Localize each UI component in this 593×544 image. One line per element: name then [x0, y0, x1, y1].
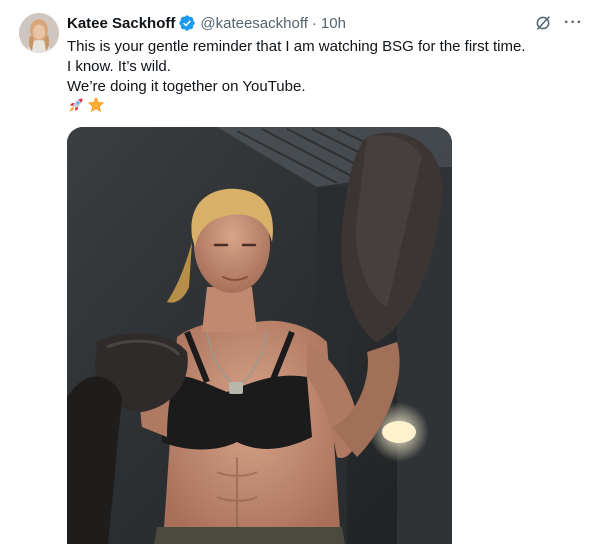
author-name[interactable]: Katee Sackhoff: [67, 15, 175, 32]
separator-dot: ·: [311, 14, 317, 32]
avatar[interactable]: [19, 13, 59, 53]
tweet-actions: ···: [534, 14, 583, 32]
tweet-text: This is your gentle reminder that I am w…: [67, 37, 577, 97]
timestamp[interactable]: 10h: [321, 15, 346, 32]
grok-icon[interactable]: [534, 14, 552, 32]
avatar-image: [19, 13, 59, 53]
tweet-line: This is your gentle reminder that I am w…: [67, 38, 526, 55]
rocket-emoji: [67, 96, 85, 114]
more-icon[interactable]: ···: [564, 15, 583, 31]
emoji-row: [67, 96, 105, 114]
verified-badge-icon[interactable]: [178, 14, 196, 32]
tweet-line: I know. It’s wild.: [67, 58, 171, 75]
tweet-card[interactable]: Katee Sackhoff @kateesackhoff · 10h ··· …: [0, 0, 593, 544]
tweet-media-image[interactable]: [67, 127, 452, 544]
star-emoji: [87, 96, 105, 114]
tweet-header: Katee Sackhoff @kateesackhoff · 10h: [67, 12, 346, 34]
author-handle[interactable]: @kateesackhoff: [200, 15, 308, 32]
tweet-line: We’re doing it together on YouTube.: [67, 78, 306, 95]
